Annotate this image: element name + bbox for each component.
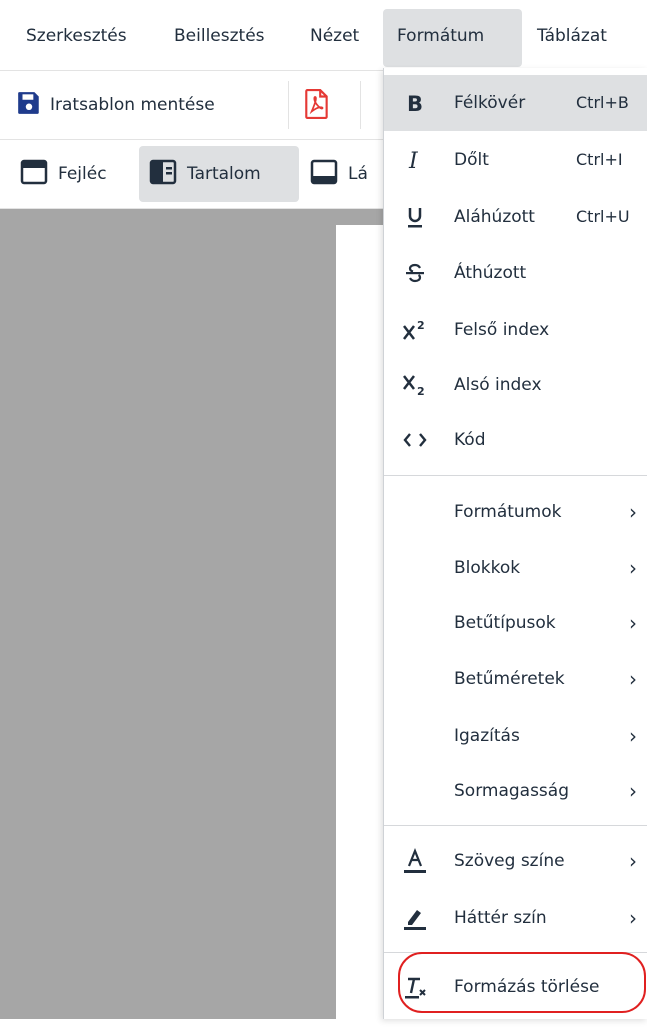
menu-item-formats[interactable]: Formátumok › <box>384 484 647 540</box>
menu-item-strikethrough[interactable]: Áthúzott <box>384 245 647 301</box>
menu-item-label: Szöveg színe <box>454 851 565 871</box>
menu-item-label: Formázás törlése <box>454 977 600 997</box>
clear-formatting-icon <box>397 959 433 1015</box>
menu-item-label: Áthúzott <box>454 263 527 283</box>
menu-item-clear-formatting[interactable]: Formázás törlése <box>384 959 647 1015</box>
menu-item-label: Betűtípusok <box>454 613 556 633</box>
save-template-label: Iratsablon mentése <box>50 95 215 115</box>
footer-section-label: Lá <box>348 164 368 184</box>
header-layout-icon <box>20 159 48 189</box>
menu-item-label: Alsó index <box>454 375 542 395</box>
menu-item-label: Háttér szín <box>454 908 547 928</box>
background-color-icon <box>397 890 433 946</box>
chevron-right-icon: › <box>629 556 637 580</box>
menu-item-bold[interactable]: B Félkövér Ctrl+B <box>384 75 647 131</box>
menubar: Szerkesztés Beillesztés Nézet Formátum T… <box>0 0 647 71</box>
chevron-right-icon: › <box>629 906 637 930</box>
chevron-right-icon: › <box>629 611 637 635</box>
menu-tablazat[interactable]: Táblázat <box>537 26 607 46</box>
menu-item-fonts[interactable]: Betűtípusok › <box>384 595 647 651</box>
menu-item-text-color[interactable]: Szöveg színe › <box>384 833 647 889</box>
subscript-icon: 2 <box>397 357 433 413</box>
footer-layout-icon <box>310 159 338 189</box>
menu-item-background-color[interactable]: Háttér szín › <box>384 890 647 946</box>
menu-szerkesztes[interactable]: Szerkesztés <box>26 26 127 46</box>
content-layout-icon <box>149 159 177 189</box>
menu-item-label: Blokkok <box>454 558 521 578</box>
menu-beillesztes[interactable]: Beillesztés <box>174 26 265 46</box>
header-section-button[interactable]: Fejléc <box>20 146 130 202</box>
chevron-right-icon: › <box>629 500 637 524</box>
shortcut-label: Ctrl+B <box>576 93 629 112</box>
menu-divider <box>384 475 647 476</box>
menu-item-label: Felső index <box>454 320 550 340</box>
menu-item-superscript[interactable]: 2 Felső index <box>384 302 647 358</box>
menu-item-label: Kód <box>454 430 486 450</box>
toolbar-divider <box>360 81 361 129</box>
content-section-label: Tartalom <box>187 164 261 184</box>
shortcut-label: Ctrl+I <box>576 150 623 169</box>
chevron-right-icon: › <box>629 724 637 748</box>
menu-item-subscript[interactable]: 2 Alsó index <box>384 357 647 413</box>
code-icon <box>397 412 433 468</box>
pdf-export-button[interactable] <box>304 89 334 121</box>
menu-item-alignment[interactable]: Igazítás › <box>384 708 647 764</box>
menu-item-label: Formátumok <box>454 502 562 522</box>
menu-item-label: Aláhúzott <box>454 207 535 227</box>
svg-text:2: 2 <box>417 319 425 332</box>
menu-item-code[interactable]: Kód <box>384 412 647 468</box>
italic-icon: I <box>397 132 433 188</box>
chevron-right-icon: › <box>629 779 637 803</box>
svg-text:I: I <box>408 149 419 172</box>
text-color-icon <box>397 833 433 889</box>
svg-text:B: B <box>407 92 423 115</box>
menu-divider <box>384 825 647 826</box>
strikethrough-icon <box>397 245 433 301</box>
pdf-icon <box>304 89 330 123</box>
format-menu: B Félkövér Ctrl+B I Dőlt Ctrl+I Aláhúzot… <box>383 68 647 1019</box>
content-section-button[interactable]: Tartalom <box>139 146 299 202</box>
chevron-right-icon: › <box>629 849 637 873</box>
menu-item-label: Igazítás <box>454 726 520 746</box>
chevron-right-icon: › <box>629 667 637 691</box>
menu-item-italic[interactable]: I Dőlt Ctrl+I <box>384 132 647 188</box>
superscript-icon: 2 <box>397 302 433 358</box>
save-template-button[interactable]: Iratsablon mentése <box>16 89 215 121</box>
underline-icon <box>397 189 433 245</box>
menu-item-label: Sormagasság <box>454 781 569 801</box>
footer-section-button[interactable]: Lá <box>310 146 390 202</box>
menu-item-label: Betűméretek <box>454 669 565 689</box>
menu-item-line-height[interactable]: Sormagasság › <box>384 763 647 819</box>
menu-item-label: Dőlt <box>454 150 489 170</box>
toolbar-divider <box>288 81 289 129</box>
bold-icon: B <box>397 75 433 131</box>
menu-item-label: Félkövér <box>454 93 526 113</box>
menu-item-font-sizes[interactable]: Betűméretek › <box>384 651 647 707</box>
menu-item-underline[interactable]: Aláhúzott Ctrl+U <box>384 189 647 245</box>
header-section-label: Fejléc <box>58 164 107 184</box>
menu-nezet[interactable]: Nézet <box>310 26 359 46</box>
menu-item-blocks[interactable]: Blokkok › <box>384 540 647 596</box>
svg-text:2: 2 <box>417 385 425 397</box>
menu-formatum[interactable]: Formátum <box>397 26 484 46</box>
menu-divider <box>384 952 647 953</box>
shortcut-label: Ctrl+U <box>576 207 630 226</box>
save-icon <box>16 90 42 120</box>
